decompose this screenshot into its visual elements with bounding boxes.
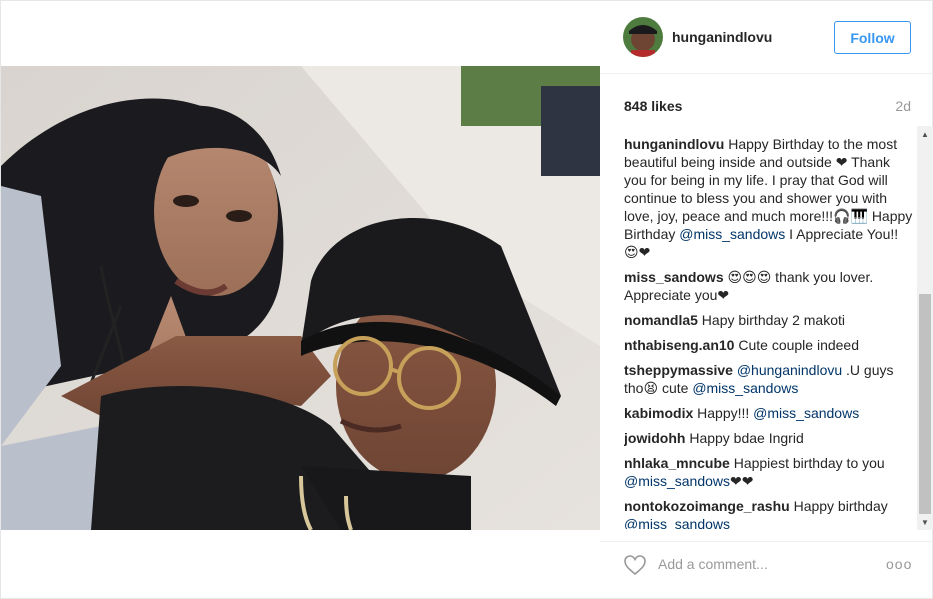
more-options-button[interactable]: ooo bbox=[886, 556, 912, 572]
comment-text: Cute couple indeed bbox=[734, 337, 860, 353]
comment-mention[interactable]: @miss_sandows bbox=[692, 380, 798, 396]
comment-text: Hapy birthday 2 makoti bbox=[697, 312, 845, 328]
add-comment-input[interactable]: Add a comment... bbox=[658, 556, 768, 572]
comment-username[interactable]: nhlaka_mncube bbox=[624, 455, 730, 471]
likes-count[interactable]: 848 likes bbox=[624, 98, 682, 114]
comment-item: tsheppymassive @hunganindlovu .U guys th… bbox=[624, 361, 913, 397]
heart-outline-icon[interactable] bbox=[623, 554, 647, 576]
comment-username[interactable]: nomandla5 bbox=[624, 312, 698, 328]
comment-mention[interactable]: @miss_sandows bbox=[624, 473, 730, 489]
heart-outline-icon-graphic bbox=[624, 555, 646, 576]
comment-item: kabimodix Happy!!! @miss_sandows bbox=[624, 404, 913, 422]
scroll-down-arrow-icon[interactable]: ▼ bbox=[917, 514, 933, 530]
comment-item: hunganindlovu Happy Birthday to the most… bbox=[624, 135, 913, 261]
avatar[interactable] bbox=[623, 17, 663, 57]
comment-item: nomandla5 Hapy birthday 2 makoti bbox=[624, 311, 913, 329]
comment-text: Happy bdae Ingrid bbox=[685, 430, 804, 446]
avatar-image bbox=[623, 17, 663, 57]
comment-text: Happiest birthday to you bbox=[729, 455, 885, 471]
post-photo-image bbox=[1, 66, 600, 530]
comment-username[interactable]: miss_sandows bbox=[624, 269, 724, 285]
comment-username[interactable]: kabimodix bbox=[624, 405, 693, 421]
post-photo[interactable] bbox=[1, 66, 600, 530]
post-timestamp[interactable]: 2d bbox=[895, 98, 911, 114]
comment-username[interactable]: jowidohh bbox=[624, 430, 685, 446]
follow-button[interactable]: Follow bbox=[834, 21, 911, 54]
comment-item: nthabiseng.an10 Cute couple indeed bbox=[624, 336, 913, 354]
scrollbar-thumb[interactable] bbox=[919, 294, 931, 514]
comment-mention[interactable]: @miss_sandows bbox=[624, 516, 730, 529]
comment-username[interactable]: hunganindlovu bbox=[624, 136, 724, 152]
comment-username[interactable]: tsheppymassive bbox=[624, 362, 733, 378]
comment-text: Happy birthday bbox=[789, 498, 888, 514]
comment-mention[interactable]: @miss_sandows bbox=[679, 226, 785, 242]
post-modal: hunganindlovu Follow 848 likes 2d hungan… bbox=[0, 0, 933, 599]
comment-mention[interactable]: @hunganindlovu bbox=[733, 362, 842, 378]
comment-username[interactable]: nthabiseng.an10 bbox=[624, 337, 734, 353]
post-meta: 848 likes 2d bbox=[624, 98, 911, 118]
comment-item: jowidohh Happy bdae Ingrid bbox=[624, 429, 913, 447]
comment-mention[interactable]: @miss_sandows bbox=[753, 405, 859, 421]
comment-item: nontokozoimange_rashu Happy birthday @mi… bbox=[624, 497, 913, 529]
scroll-up-arrow-icon[interactable]: ▲ bbox=[917, 126, 933, 142]
comments-scrollbar[interactable]: ▲ ▼ bbox=[917, 126, 933, 530]
post-header: hunganindlovu Follow bbox=[600, 1, 933, 74]
comment-text: Happy!!! bbox=[693, 405, 754, 421]
comment-username[interactable]: nontokozoimange_rashu bbox=[624, 498, 790, 514]
post-side-panel: hunganindlovu Follow 848 likes 2d hungan… bbox=[600, 1, 933, 599]
post-author-username[interactable]: hunganindlovu bbox=[672, 29, 772, 45]
comment-item: nhlaka_mncube Happiest birthday to you @… bbox=[624, 454, 913, 490]
comments-list: hunganindlovu Happy Birthday to the most… bbox=[624, 135, 913, 529]
comment-text: ❤❤ bbox=[730, 473, 754, 489]
comment-item: miss_sandows 😍😍😍 thank you lover. Apprec… bbox=[624, 268, 913, 304]
post-footer: Add a comment... ooo bbox=[600, 541, 933, 587]
